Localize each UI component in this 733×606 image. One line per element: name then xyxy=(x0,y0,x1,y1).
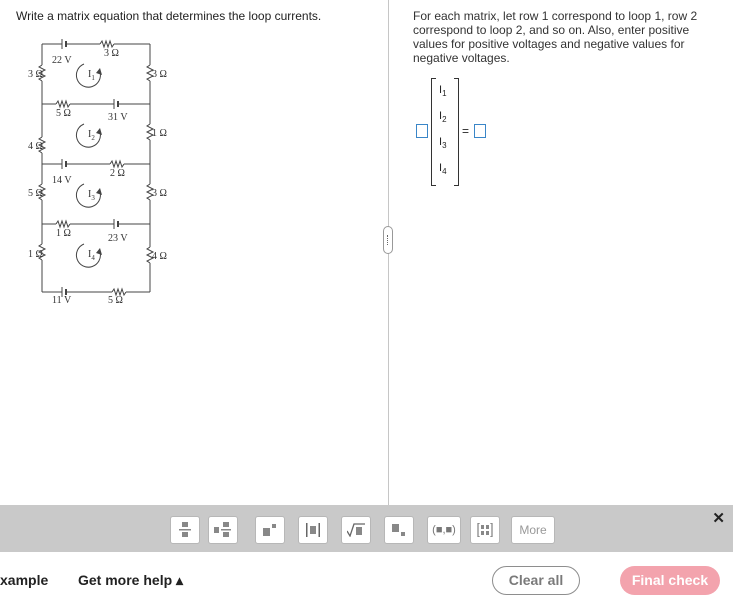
subscript-icon xyxy=(392,524,405,536)
mixed-number-tool[interactable] xyxy=(208,516,238,544)
fraction-tool[interactable] xyxy=(170,516,200,544)
coefficient-matrix-input[interactable] xyxy=(416,124,428,138)
example-link[interactable]: xample xyxy=(0,572,48,588)
vector-left-bracket xyxy=(431,78,436,186)
matrix-icon xyxy=(477,522,493,538)
vector-entry-i4: I4 xyxy=(439,162,447,177)
label-r-mid23: 2 Ω xyxy=(110,168,125,179)
subscript-tool[interactable] xyxy=(384,516,414,544)
vector-entry-i1: I1 xyxy=(439,84,447,99)
clear-all-button[interactable]: Clear all xyxy=(492,566,580,595)
loop-2-label: I2 xyxy=(88,129,95,142)
label-r-right-3: 3 Ω xyxy=(152,188,167,199)
ordered-pair-tool[interactable]: (■,■) xyxy=(427,516,461,544)
label-r-mid34: 1 Ω xyxy=(56,228,71,239)
label-r-left-2: 4 Ω xyxy=(28,141,43,152)
square-root-tool[interactable] xyxy=(341,516,371,544)
circuit-diagram: 3 Ω 22 V 3 Ω 3 Ω I1 5 Ω 31 V 4 Ω 1 Ω I2 … xyxy=(28,39,167,306)
label-r-bottom: 5 Ω xyxy=(108,295,123,306)
current-vector: I1 I2 I3 I4 xyxy=(431,78,459,188)
get-more-help-button[interactable]: Get more help ▴ xyxy=(78,572,183,589)
loop-1-label: I1 xyxy=(88,69,95,82)
vector-entry-i2: I2 xyxy=(439,110,447,125)
math-toolbar: (■,■) More xyxy=(0,505,733,552)
more-tools-button[interactable]: More xyxy=(511,516,555,544)
label-v-bottom: 11 V xyxy=(52,295,72,306)
exponent-tool[interactable] xyxy=(255,516,285,544)
constant-vector-input[interactable] xyxy=(474,124,486,138)
label-r-top: 3 Ω xyxy=(104,48,119,59)
label-r-right-2: 1 Ω xyxy=(152,128,167,139)
label-v-mid23: 14 V xyxy=(52,175,72,186)
label-v-top: 22 V xyxy=(52,55,72,66)
vector-right-bracket xyxy=(454,78,459,186)
label-r-left-3: 5 Ω xyxy=(28,188,43,199)
final-check-button[interactable]: Final check xyxy=(620,566,720,595)
label-v-mid34: 23 V xyxy=(108,233,128,244)
pane-resize-handle[interactable] xyxy=(383,226,393,254)
question-text: Write a matrix equation that determines … xyxy=(16,9,322,23)
equals-sign: = xyxy=(462,124,470,138)
loop-3-label: I3 xyxy=(88,189,95,202)
fraction-icon xyxy=(179,522,191,537)
label-r-right-4: 4 Ω xyxy=(152,251,167,262)
label-v-mid12: 31 V xyxy=(108,112,128,123)
exponent-icon xyxy=(263,524,276,536)
mixed-number-icon xyxy=(214,522,231,537)
close-icon[interactable]: ✕ xyxy=(712,509,725,527)
label-r-right-1: 3 Ω xyxy=(152,69,167,80)
label-r-left-4: 1 Ω xyxy=(28,249,43,260)
absolute-value-icon xyxy=(306,523,320,537)
loop-4-label: I4 xyxy=(88,249,95,262)
vector-entry-i3: I3 xyxy=(439,136,447,151)
absolute-value-tool[interactable] xyxy=(298,516,328,544)
label-r-left-1: 3 Ω xyxy=(28,69,43,80)
label-r-mid12: 5 Ω xyxy=(56,108,71,119)
instructions-text: For each matrix, let row 1 correspond to… xyxy=(413,9,698,65)
square-root-icon xyxy=(346,523,365,538)
matrix-tool[interactable] xyxy=(470,516,500,544)
question-pane: Write a matrix equation that determines … xyxy=(0,0,388,505)
